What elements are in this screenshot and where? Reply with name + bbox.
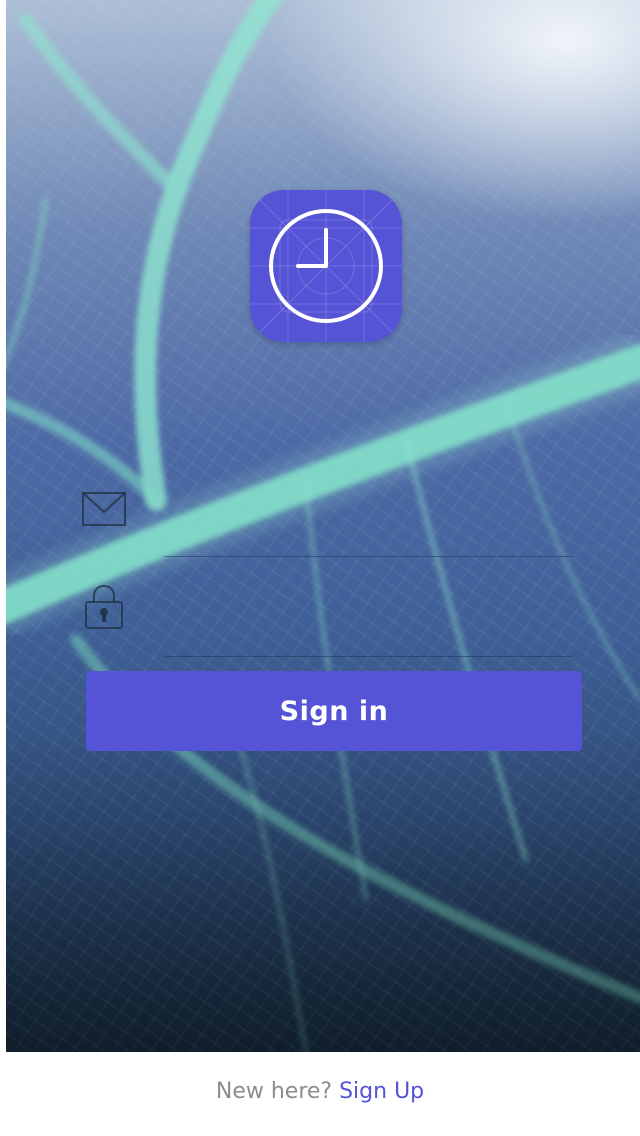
password-field[interactable] (164, 612, 572, 657)
sign-in-screen: Sign in New here? Sign Up (0, 0, 640, 1136)
clock-icon (250, 190, 402, 342)
envelope-icon (82, 492, 126, 526)
email-field[interactable] (164, 512, 572, 557)
sign-up-link[interactable]: Sign Up (339, 1079, 424, 1104)
sign-in-button[interactable]: Sign in (86, 671, 582, 751)
padlock-icon (85, 584, 123, 629)
signup-prompt: New here? Sign Up (0, 1074, 640, 1110)
signup-prompt-text: New here? (215, 1079, 333, 1104)
